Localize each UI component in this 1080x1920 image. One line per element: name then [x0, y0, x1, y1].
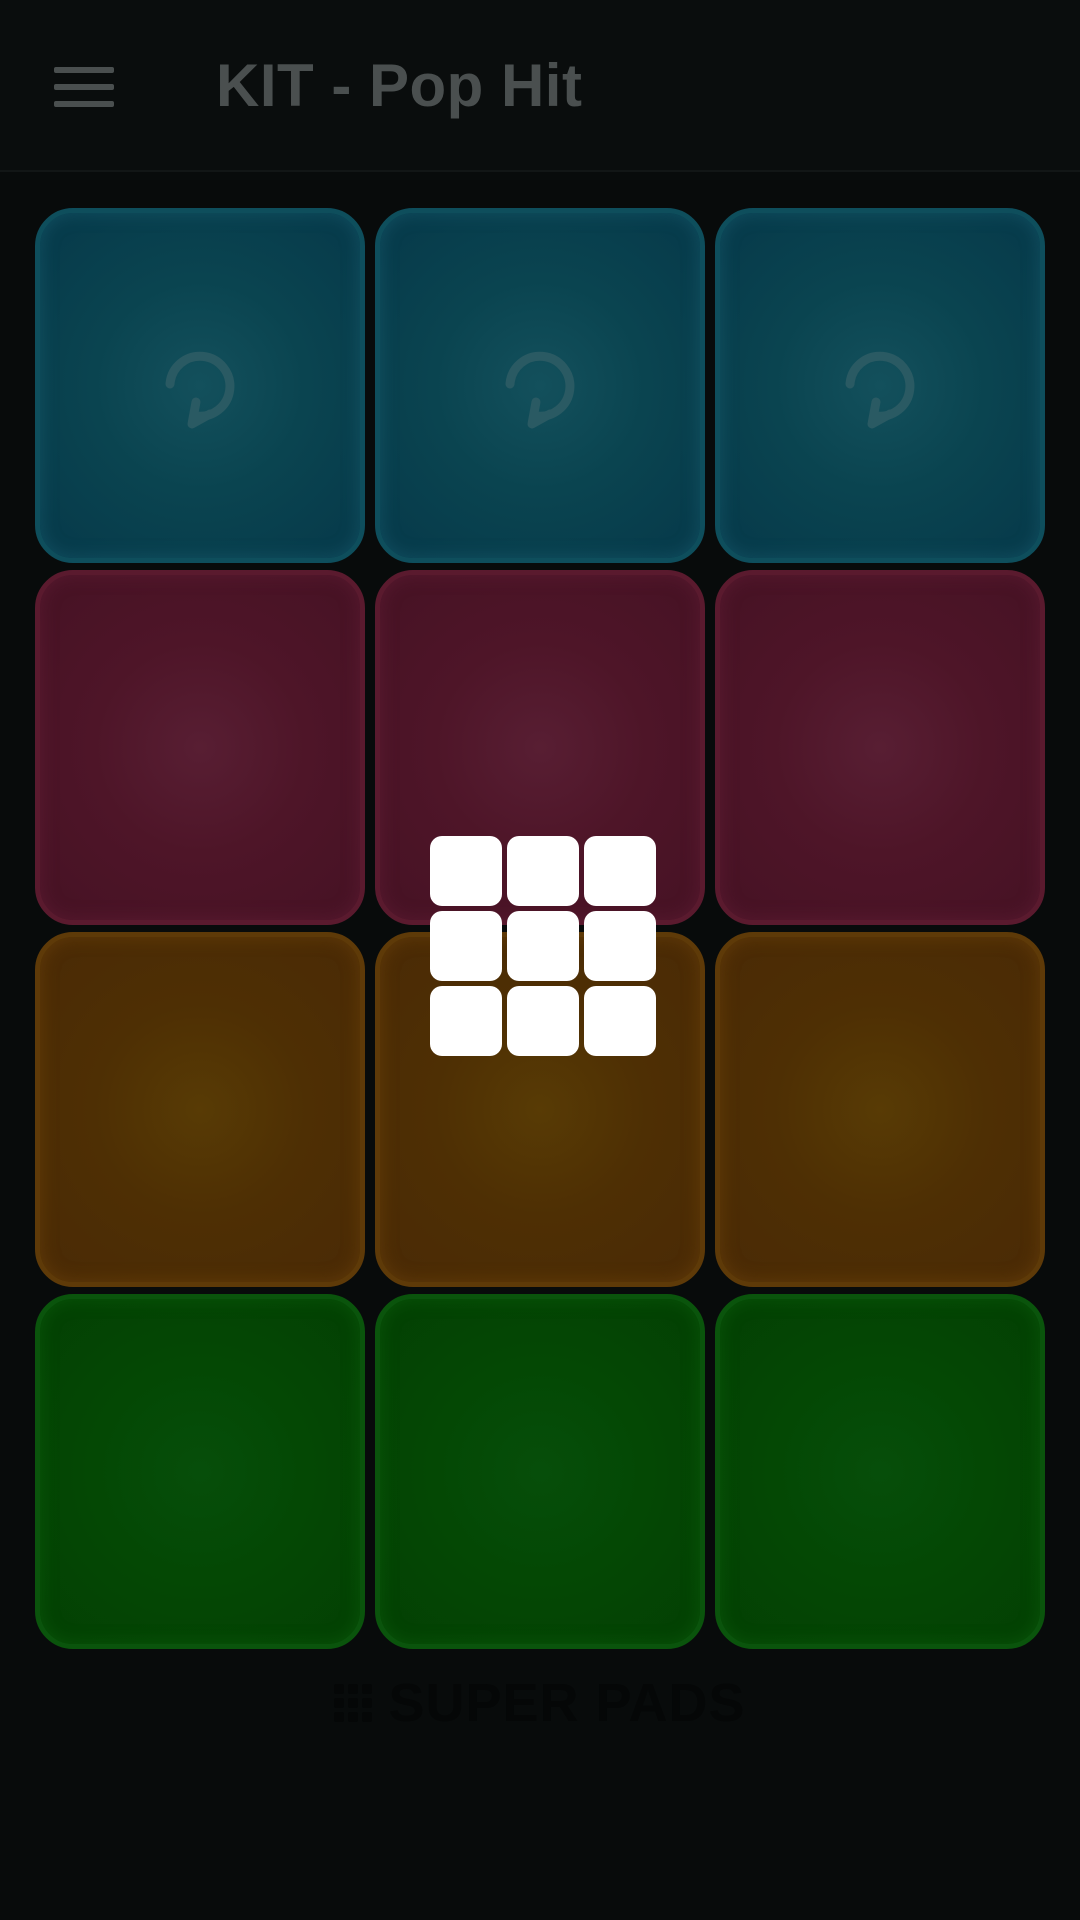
menu-button[interactable]: [40, 46, 128, 128]
loop-icon: [505, 351, 575, 428]
logo-cell: [584, 986, 656, 1056]
pad-10[interactable]: [35, 1294, 365, 1649]
pad-7[interactable]: [35, 932, 365, 1287]
logo-cell: [507, 911, 579, 981]
logo-cell: [430, 911, 502, 981]
logo-cell: [430, 836, 502, 906]
pad-2[interactable]: [375, 208, 705, 563]
app-screen: KIT - Pop Hit SUPER PADS: [0, 0, 1080, 1920]
loop-icon: [845, 351, 915, 428]
page-title: KIT - Pop Hit: [216, 52, 583, 119]
loop-icon: [165, 351, 235, 428]
pad-11[interactable]: [375, 1294, 705, 1649]
logo-cell: [507, 836, 579, 906]
pad-9[interactable]: [715, 932, 1045, 1287]
logo-cell: [584, 836, 656, 906]
pad-12[interactable]: [715, 1294, 1045, 1649]
pad-3[interactable]: [715, 208, 1045, 563]
pad-4[interactable]: [35, 570, 365, 925]
pad-grid-logo-icon: [430, 836, 660, 1060]
pad-1[interactable]: [35, 208, 365, 563]
pad-6[interactable]: [715, 570, 1045, 925]
grid-dots-icon: [334, 1684, 373, 1722]
brand-footer: SUPER PADS: [0, 1668, 1080, 1738]
logo-cell: [507, 986, 579, 1056]
logo-cell: [430, 986, 502, 1056]
top-app-bar: KIT - Pop Hit: [0, 0, 1080, 172]
logo-cell: [584, 911, 656, 981]
hamburger-menu-icon: [54, 67, 114, 107]
brand-text: SUPER PADS: [388, 1673, 746, 1733]
